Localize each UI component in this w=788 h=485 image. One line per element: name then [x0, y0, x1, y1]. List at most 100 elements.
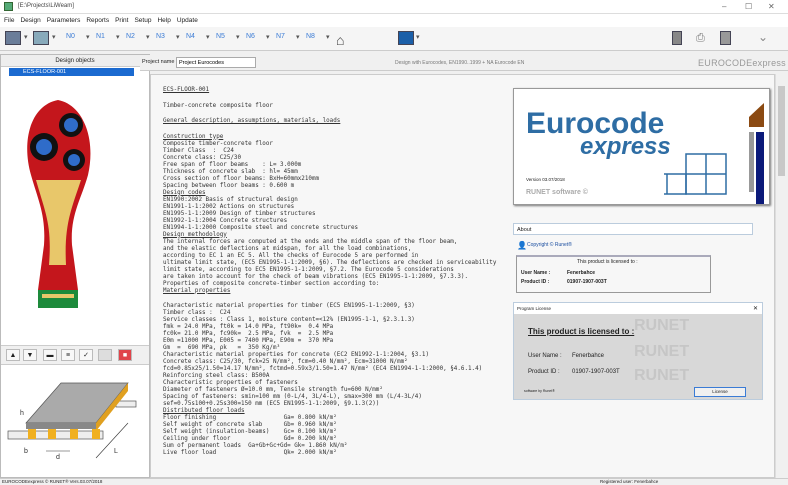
label-L: L: [114, 448, 118, 455]
report-line: according to EC 1 an EC 5. All the check…: [163, 252, 419, 259]
project-name-input[interactable]: [176, 57, 256, 68]
dropdown-arrow[interactable]: ▾: [24, 33, 28, 41]
status-version: EUROCODEexpress © RUNET® Vers.03.07/2018: [2, 479, 103, 484]
scrollbar-thumb[interactable]: [778, 86, 785, 176]
subtitle: Design with Eurocodes, EN1990..1999 + NA…: [395, 60, 525, 66]
user-name-value: Fenerbahce: [567, 270, 596, 276]
report-line: EN1995-1-1:2009 Design of timber structu…: [163, 210, 316, 217]
report-line: E0m =11000 MPa, E005 = 7400 MPa, E90m = …: [163, 338, 334, 344]
report-line: Sum of permanent loads Ga+Gb+Gc+Gd= Gk= …: [163, 443, 348, 449]
check-button[interactable]: ✓: [79, 349, 93, 361]
node-button-4[interactable]: N4: [186, 33, 195, 40]
vertical-scrollbar[interactable]: [775, 74, 786, 478]
minimize-button[interactable]: –: [722, 2, 726, 11]
eurocode-icon[interactable]: [398, 31, 414, 45]
building-icon[interactable]: [5, 31, 21, 45]
report-line: Reinforcing steel class: B500A: [163, 373, 270, 379]
chevron-down-icon[interactable]: ⌄: [758, 30, 768, 44]
report-line: EN1994-1-1:2000 Composite steel and conc…: [163, 224, 359, 231]
report-icon[interactable]: [672, 31, 682, 45]
menu-help[interactable]: Help: [157, 17, 170, 24]
design-objects-header: Design objects: [1, 55, 149, 67]
list-button[interactable]: ≡: [61, 349, 75, 361]
move-up-button[interactable]: ▲: [6, 349, 20, 361]
object-toolbar: ▲ ▼ ▬ ≡ ✓ ■: [1, 345, 149, 365]
node-button-3[interactable]: N3: [156, 33, 165, 40]
dropdown-arrow[interactable]: ▾: [176, 33, 180, 41]
label-h: h: [20, 410, 24, 417]
report-line: Timber class : C24: [163, 310, 231, 316]
report-line: EN1991-1-1:2002 Actions on structures: [163, 203, 295, 210]
move-down-button[interactable]: ▼: [23, 349, 37, 361]
software-by-label: software by Runet®: [524, 389, 555, 393]
frame-icon[interactable]: ⌂: [336, 32, 344, 48]
window-title: [E:\Projects\LiWeam]: [18, 3, 74, 9]
delete-button[interactable]: ■: [118, 349, 132, 361]
report-line: Timber Class : C24: [163, 147, 234, 154]
report-line: EN1990:2002 Basis of structural design: [163, 196, 298, 203]
dropdown-arrow[interactable]: ▾: [416, 33, 420, 41]
license-close-button[interactable]: ✕: [753, 305, 758, 312]
report-line: sef=0.75s100+0.25s300=150 mm (EC5 EN1995…: [163, 401, 380, 407]
license-button[interactable]: License: [694, 387, 746, 397]
menu-parameters[interactable]: Parameters: [47, 17, 81, 24]
menu-setup[interactable]: Setup: [134, 17, 151, 24]
node-button-1[interactable]: N1: [96, 33, 105, 40]
dropdown-arrow[interactable]: ▾: [116, 33, 120, 41]
node-button-6[interactable]: N6: [246, 33, 255, 40]
close-button[interactable]: ✕: [768, 2, 775, 11]
report-line: fcd=0.85x25/1.50=14.17 N/mm², fctmd=0.59…: [163, 366, 483, 372]
report-line: EN1992-1-1:2004 Concrete structures: [163, 217, 288, 224]
report-line: Free span of floor beams : L= 3.000m: [163, 161, 302, 168]
license-pid-label: Product ID :: [528, 369, 560, 375]
menu-print[interactable]: Print: [115, 17, 128, 24]
calculator-icon[interactable]: [720, 31, 731, 45]
product-id-label: Product ID :: [521, 279, 550, 285]
report-line: Thickness of concrete slab : hl= 45mm: [163, 168, 298, 175]
menu-file[interactable]: File: [4, 17, 14, 24]
report-text: ECS-FLOOR-001 Timber-concrete composite f…: [163, 87, 496, 457]
dropdown-arrow[interactable]: ▾: [266, 33, 270, 41]
node-button-2[interactable]: N2: [126, 33, 135, 40]
remove-button[interactable]: ▬: [43, 349, 57, 361]
licensed-to-label: This product is licensed to :: [577, 259, 638, 265]
tree-item[interactable]: ECS-FLOOR-001: [9, 68, 134, 76]
node-button-0[interactable]: N0: [66, 33, 75, 40]
label-d: d: [56, 454, 60, 461]
menu-update[interactable]: Update: [177, 17, 198, 24]
maximize-button[interactable]: ☐: [745, 2, 752, 11]
node-button-7[interactable]: N7: [276, 33, 285, 40]
dropdown-arrow[interactable]: ▾: [52, 33, 56, 41]
disabled-button[interactable]: [98, 349, 112, 361]
dropdown-arrow[interactable]: ▾: [146, 33, 150, 41]
copyright-link[interactable]: Copyright © Runet®: [527, 242, 572, 248]
report-line: Live floor load Qk= 2.000 kN/m²: [163, 450, 337, 456]
report-line: Floor finishing Ga= 0.800 kN/m²: [163, 415, 337, 421]
node-button-8[interactable]: N8: [306, 33, 315, 40]
floor-icon[interactable]: [33, 31, 49, 45]
report-heading: Design codes: [163, 189, 206, 196]
report-line: Properties of composite concrete-timber …: [163, 280, 380, 287]
node-button-5[interactable]: N5: [216, 33, 225, 40]
dropdown-arrow[interactable]: ▾: [326, 33, 330, 41]
report-line: Spacing between floor beams : 0.600 m: [163, 182, 295, 189]
report-heading: Distributed floor loads: [163, 408, 245, 414]
print-icon[interactable]: ⎙: [696, 32, 705, 45]
dropdown-arrow[interactable]: ▾: [236, 33, 240, 41]
report-line: The internal forces are computed at the …: [163, 238, 458, 245]
menu-design[interactable]: Design: [20, 17, 40, 24]
report-line: fmk = 24.0 MPa, ft0k = 14.0 MPa, ft90k= …: [163, 324, 334, 330]
dropdown-arrow[interactable]: ▾: [86, 33, 90, 41]
design-objects-panel: Design objects ECS-FLOOR-001 ▲ ▼ ▬ ≡ ✓ ■…: [0, 54, 150, 478]
user-name-label: User Name :: [521, 270, 551, 276]
dropdown-arrow[interactable]: ▾: [296, 33, 300, 41]
menu-reports[interactable]: Reports: [86, 17, 109, 24]
report-line: are taken into account for the check of …: [163, 273, 468, 280]
report-line: Composite timber-concrete floor: [163, 140, 273, 147]
dropdown-arrow[interactable]: ▾: [206, 33, 210, 41]
floor-diagram: h b d L: [7, 382, 137, 461]
splash-version: Version 03.07/2018: [526, 177, 565, 182]
splash-subtitle: express: [580, 133, 671, 160]
license-title: This product is licensed to :: [528, 327, 635, 336]
